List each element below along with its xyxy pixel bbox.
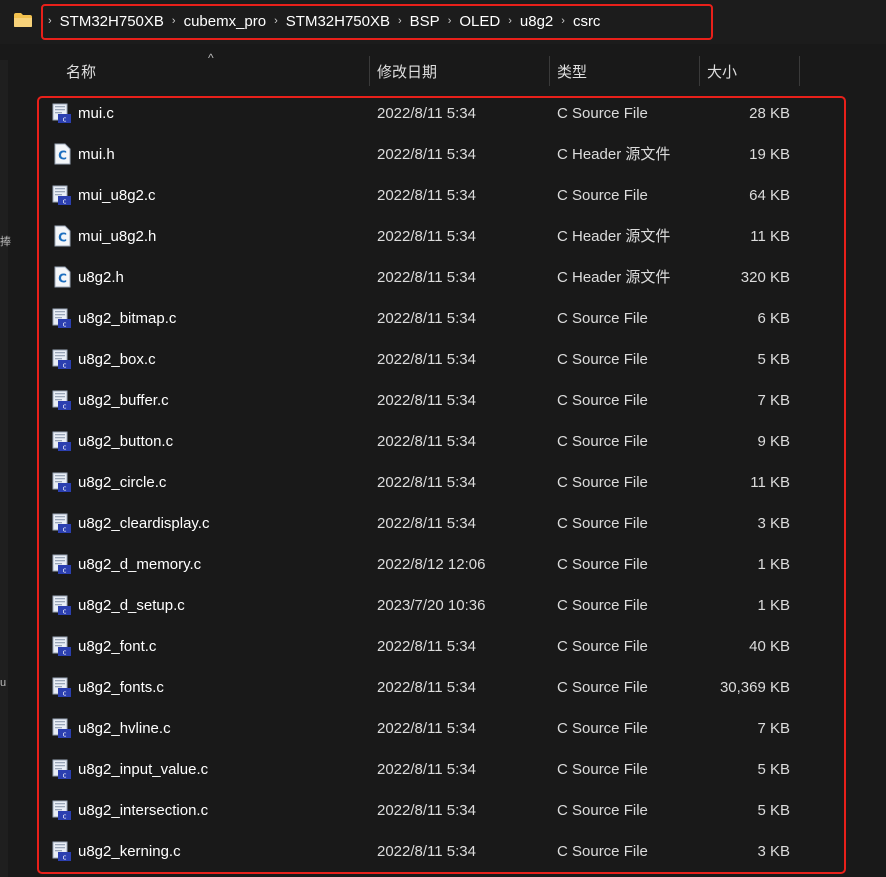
column-header-type[interactable]: 类型	[557, 56, 587, 86]
column-header-name[interactable]: 名称	[66, 56, 96, 86]
column-header-date[interactable]: 修改日期	[377, 56, 437, 86]
column-divider[interactable]	[699, 56, 700, 86]
sort-ascending-icon: ^	[208, 51, 214, 65]
folder-icon	[14, 13, 32, 27]
column-divider[interactable]	[369, 56, 370, 86]
column-divider[interactable]	[799, 56, 800, 86]
nav-item-glyph[interactable]: 捧	[0, 233, 11, 249]
address-bar[interactable]: › STM32H750XB › cubemx_pro › STM32H750XB › BSP ›…	[0, 0, 886, 44]
column-header-size[interactable]: 大小	[707, 56, 737, 86]
highlight-box-address	[41, 4, 713, 40]
navigation-pane-edge[interactable]: 捧 u	[0, 60, 11, 877]
highlight-box-files	[37, 96, 846, 874]
column-divider[interactable]	[549, 56, 550, 86]
nav-item-glyph[interactable]: u	[0, 677, 6, 689]
